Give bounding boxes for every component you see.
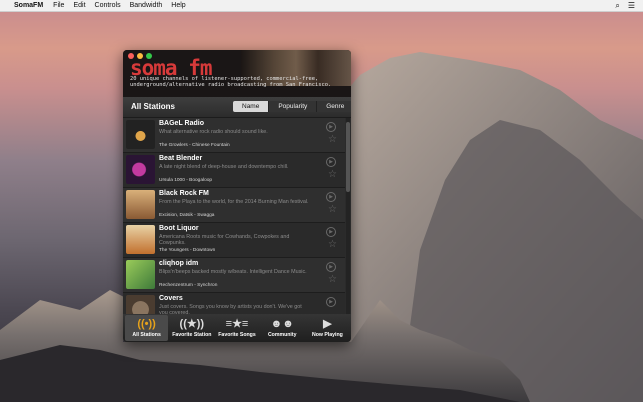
play-icon[interactable]: ▶	[326, 262, 336, 272]
station-name: Black Rock FM	[159, 190, 209, 197]
tab-label: All Stations	[132, 332, 161, 338]
station-row[interactable]: cliqhop idm Blips'n'beeps backed mostly …	[123, 258, 345, 293]
station-name: BAGeL Radio	[159, 120, 204, 127]
station-description: From the Playa to the world, for the 201…	[159, 199, 309, 205]
play-icon[interactable]: ▶	[326, 297, 336, 307]
station-thumbnail	[126, 225, 155, 254]
station-description: What alternative rock radio should sound…	[159, 129, 268, 135]
tab-label: Community	[267, 332, 297, 338]
play-icon: ▶	[323, 318, 332, 330]
now-playing-text: Ursula 1000 - Boogaloop	[159, 178, 213, 183]
tab-favorite-station[interactable]: ((★)) Favorite Station	[170, 315, 213, 341]
menu-help[interactable]: Help	[171, 2, 185, 9]
menu-file[interactable]: File	[53, 2, 64, 9]
station-row[interactable]: Black Rock FM From the Playa to the worl…	[123, 188, 345, 223]
station-row[interactable]: Boot Liquor Americana Roots music for Co…	[123, 223, 345, 258]
section-title: All Stations	[131, 102, 176, 111]
list-icon[interactable]: ☰	[628, 1, 635, 11]
station-thumbnail	[126, 190, 155, 219]
star-icon[interactable]: ☆	[328, 275, 337, 285]
list-scrollbar[interactable]	[346, 118, 350, 314]
station-name: Boot Liquor	[159, 225, 199, 232]
station-name: cliqhop idm	[159, 260, 199, 267]
sort-name-button[interactable]: Name	[233, 101, 270, 112]
tab-now-playing[interactable]: ▶ Now Playing	[306, 315, 349, 341]
sort-genre-button[interactable]: Genre	[317, 101, 351, 112]
favorite-broadcast-icon: ((★))	[179, 318, 205, 330]
menu-app-name[interactable]: SomaFM	[14, 2, 43, 9]
station-name: Beat Blender	[159, 155, 203, 162]
scrollbar-knob[interactable]	[346, 122, 350, 192]
tab-favorite-songs[interactable]: ≡★≡ Favorite Songs	[215, 315, 258, 341]
bottom-tab-bar: ((•)) All Stations ((★)) Favorite Statio…	[123, 314, 351, 342]
menu-edit[interactable]: Edit	[73, 2, 85, 9]
station-row[interactable]: Beat Blender A late night blend of deep-…	[123, 153, 345, 188]
station-description: Americana Roots music for Cowhands, Cowp…	[159, 234, 290, 247]
station-thumbnail	[126, 295, 155, 314]
station-description: Just covers. Songs you know by artists y…	[159, 304, 302, 314]
somafm-window: soma fm 20 unique channels of listener-s…	[123, 50, 351, 342]
now-playing-text: Rechenzentrum - Synchron	[159, 283, 218, 288]
menu-controls[interactable]: Controls	[95, 2, 121, 9]
tab-community[interactable]: ☻☻ Community	[261, 315, 304, 341]
menu-bandwidth[interactable]: Bandwidth	[130, 2, 163, 9]
now-playing-text: The Youngers - Downtown	[159, 248, 216, 253]
star-icon[interactable]: ☆	[328, 240, 337, 250]
now-playing-text: Excision, Datsik - Swagga	[159, 213, 215, 218]
station-name: Covers	[159, 295, 183, 302]
tab-label: Favorite Songs	[218, 332, 256, 338]
station-description: Blips'n'beeps backed mostly w/beats. Int…	[159, 269, 307, 275]
station-description: A late night blend of deep-house and dow…	[159, 164, 289, 170]
tab-label: Favorite Station	[172, 332, 212, 338]
sort-popularity-button[interactable]: Popularity	[269, 101, 318, 112]
station-thumbnail	[126, 155, 155, 184]
sort-segmented-control: Name Popularity Genre	[233, 101, 351, 112]
tab-all-stations[interactable]: ((•)) All Stations	[125, 315, 169, 341]
community-icon: ☻☻	[270, 318, 294, 330]
star-icon[interactable]: ☆	[328, 205, 337, 215]
station-thumbnail	[126, 260, 155, 289]
station-thumbnail	[126, 120, 155, 149]
menu-bar: SomaFM File Edit Controls Bandwidth Help…	[0, 0, 643, 12]
star-icon[interactable]: ☆	[328, 135, 337, 145]
search-icon[interactable]: ⌕	[615, 1, 619, 11]
broadcast-icon: ((•))	[137, 318, 156, 330]
play-icon[interactable]: ▶	[326, 157, 336, 167]
station-list: BAGeL Radio What alternative rock radio …	[123, 118, 345, 314]
tagline: 20 unique channels of listener-supported…	[130, 76, 332, 89]
tab-label: Now Playing	[311, 332, 343, 338]
play-icon[interactable]: ▶	[326, 192, 336, 202]
star-list-icon: ≡★≡	[225, 318, 249, 330]
star-icon[interactable]: ☆	[328, 170, 337, 180]
station-toolbar: All Stations Name Popularity Genre	[123, 97, 351, 118]
header-banner: soma fm 20 unique channels of listener-s…	[123, 50, 351, 97]
play-icon[interactable]: ▶	[326, 122, 336, 132]
now-playing-text: The Growlers - Chinese Fountain	[159, 143, 230, 148]
station-row[interactable]: BAGeL Radio What alternative rock radio …	[123, 118, 345, 153]
play-icon[interactable]: ▶	[326, 227, 336, 237]
station-row[interactable]: Covers Just covers. Songs you know by ar…	[123, 293, 345, 314]
